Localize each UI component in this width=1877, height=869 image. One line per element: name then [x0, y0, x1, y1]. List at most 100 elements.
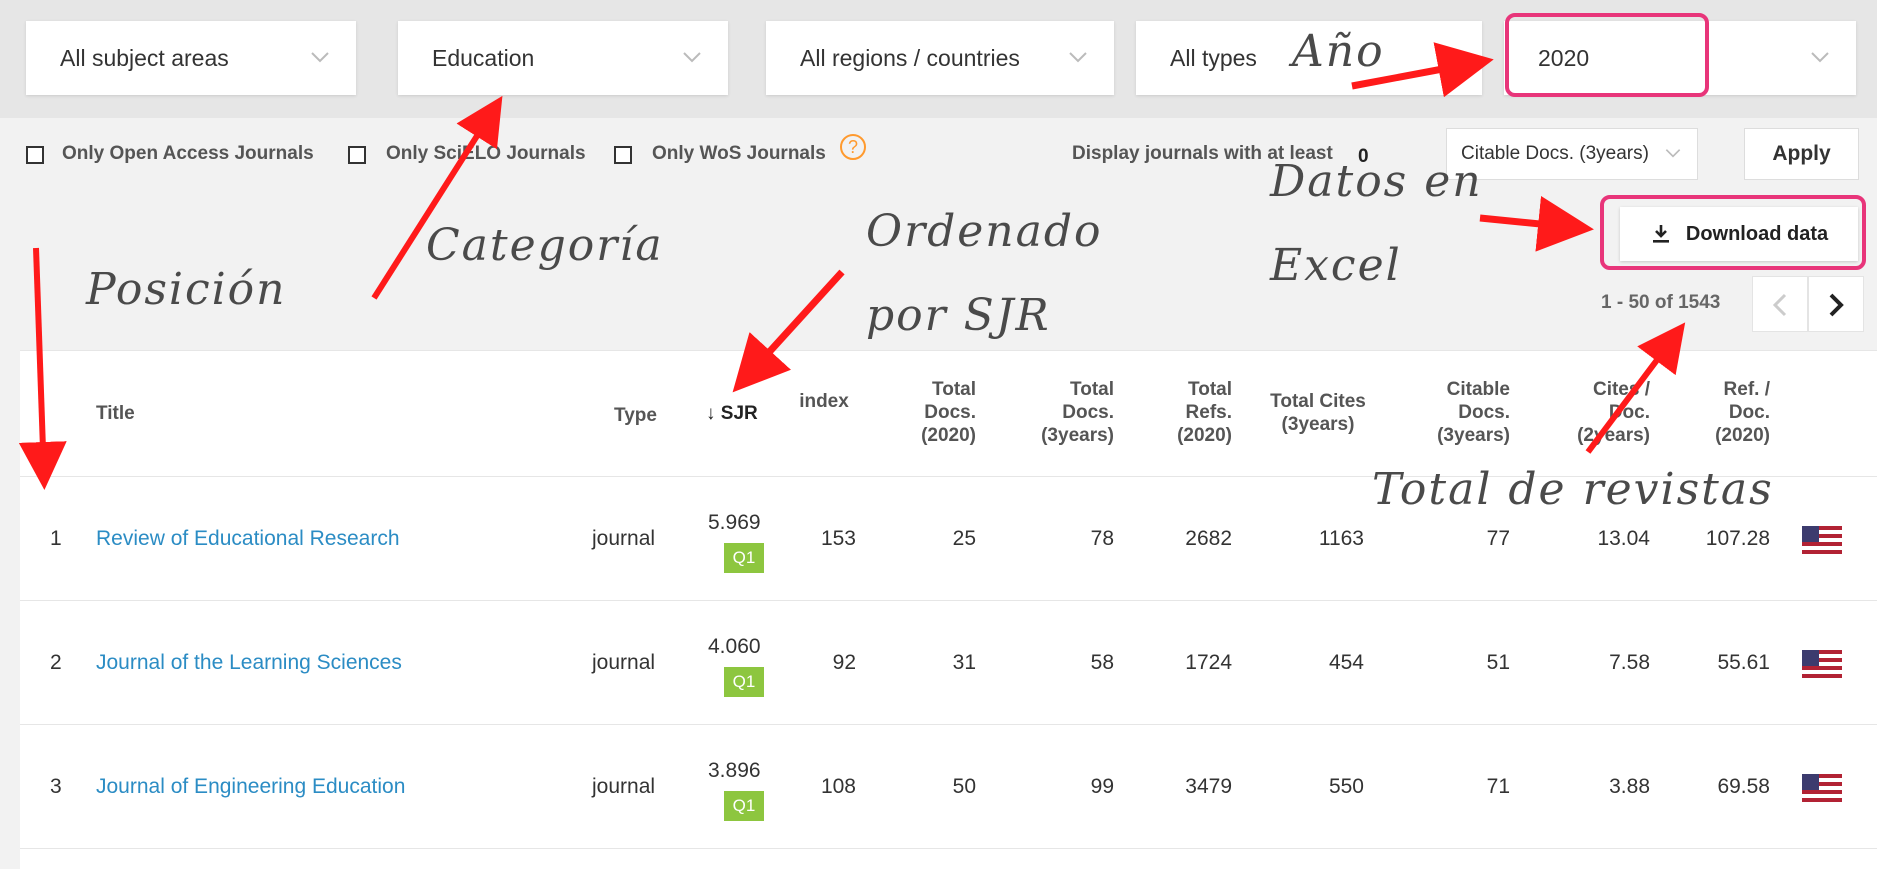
- wos-checkbox[interactable]: [614, 146, 632, 164]
- header-t3y-line3: (3years): [1041, 425, 1114, 446]
- subject-area-value: All subject areas: [60, 44, 229, 71]
- header-citable-docs[interactable]: Citable Docs. (3years): [1418, 378, 1510, 447]
- row-ref-per-doc: 69.58: [1717, 775, 1770, 798]
- region-value: All regions / countries: [800, 44, 1020, 71]
- row-type: journal: [592, 775, 656, 798]
- header-h-line2: index: [799, 391, 849, 412]
- header-tr-line1: Total: [1188, 379, 1232, 400]
- chevron-down-icon: [311, 52, 329, 63]
- row-citable-docs: 77: [1486, 527, 1510, 550]
- header-total-docs-3years[interactable]: Total Docs. (3years): [1026, 378, 1114, 447]
- annotation-sorted-line1: Ordenado: [866, 206, 1103, 257]
- annotation-sorted-line2: por SJR: [866, 290, 1051, 341]
- row-h-index: 153: [820, 527, 856, 550]
- us-flag-icon: [1802, 526, 1842, 554]
- journal-title-link[interactable]: Review of Educational Research: [96, 527, 400, 551]
- row-total-refs: 2682: [1185, 527, 1232, 550]
- header-t3y-line2: Docs.: [1062, 402, 1114, 423]
- row-ref-per-doc: 107.28: [1705, 527, 1770, 550]
- row-total-docs: 50: [952, 775, 976, 798]
- row-rank: 2: [50, 651, 62, 674]
- chevron-down-icon: [1069, 52, 1087, 63]
- header-total-cites[interactable]: Total Cites (3years): [1262, 390, 1374, 436]
- header-total-refs[interactable]: Total Refs. (2020): [1156, 378, 1232, 447]
- header-type[interactable]: Type: [614, 404, 657, 427]
- row-type: journal: [592, 651, 656, 674]
- us-flag-icon: [1802, 650, 1842, 678]
- header-cd-line1: Citable: [1446, 379, 1510, 400]
- header-cpd-line3: (2years): [1577, 425, 1650, 446]
- row-rank: 3: [50, 775, 62, 798]
- row-h-index: 92: [832, 651, 856, 674]
- header-t3y-line1: Total: [1070, 379, 1114, 400]
- row-total-docs-3y: 58: [1090, 651, 1114, 674]
- header-td-line1: Total: [932, 379, 976, 400]
- type-value: All types: [1170, 44, 1257, 71]
- chevron-down-icon: [1811, 52, 1829, 63]
- header-tr-line2: Refs.: [1185, 402, 1232, 423]
- header-cd-line2: Docs.: [1458, 402, 1510, 423]
- row-citable-docs: 51: [1486, 651, 1510, 674]
- header-cpd-line2: Doc.: [1608, 402, 1650, 423]
- open-access-label: Only Open Access Journals: [62, 143, 314, 164]
- row-sjr: 5.969: [708, 511, 761, 534]
- header-h-index[interactable]: index: [792, 390, 856, 413]
- row-total-cites: 550: [1328, 775, 1364, 798]
- citable-docs-select[interactable]: Citable Docs. (3years): [1446, 128, 1698, 180]
- header-cd-line3: (3years): [1437, 425, 1510, 446]
- table-row: [20, 848, 1877, 869]
- annotation-total-journals: Total de revistas: [1372, 464, 1774, 515]
- annotation-year: Año: [1292, 26, 1385, 77]
- row-total-docs: 31: [952, 651, 976, 674]
- journal-title-link[interactable]: Journal of the Learning Sciences: [96, 651, 402, 675]
- header-tc-line2: (3years): [1281, 414, 1355, 435]
- next-page-button[interactable]: [1808, 276, 1864, 332]
- row-cites-per-doc: 13.04: [1597, 527, 1650, 550]
- previous-page-button[interactable]: [1752, 276, 1808, 332]
- chevron-down-icon: [1665, 149, 1681, 158]
- header-td-line2: Docs.: [924, 402, 976, 423]
- header-sjr[interactable]: ↓ SJR: [706, 402, 758, 425]
- category-value: Education: [432, 44, 535, 71]
- scielo-label: Only SciELO Journals: [386, 143, 586, 164]
- arrow-download: [1479, 195, 1594, 252]
- help-icon[interactable]: ?: [840, 134, 866, 160]
- header-tc-line1: Total Cites: [1270, 391, 1366, 412]
- chevron-down-icon: [683, 52, 701, 63]
- header-td-line3: (2020): [921, 425, 976, 446]
- row-rank: 1: [50, 527, 62, 550]
- annotation-excel-line1: Datos en: [1270, 156, 1483, 207]
- annotation-excel-line2: Excel: [1270, 240, 1402, 291]
- apply-button[interactable]: Apply: [1744, 128, 1859, 180]
- pagination-range: 1 - 50 of 1543: [1601, 292, 1721, 313]
- row-total-docs-3y: 78: [1090, 527, 1114, 550]
- category-dropdown[interactable]: Education: [398, 21, 728, 95]
- subject-area-dropdown[interactable]: All subject areas: [26, 21, 356, 95]
- row-total-docs: 25: [952, 527, 976, 550]
- row-sjr: 3.896: [708, 759, 761, 782]
- quartile-badge: Q1: [724, 543, 764, 573]
- header-ref-per-doc[interactable]: Ref. / Doc. (2020): [1690, 378, 1770, 447]
- scielo-checkbox[interactable]: [348, 146, 366, 164]
- annotation-category: Categoría: [426, 220, 664, 271]
- open-access-checkbox[interactable]: [26, 146, 44, 164]
- header-rpd-line2: Doc.: [1728, 402, 1770, 423]
- row-total-docs-3y: 99: [1090, 775, 1114, 798]
- region-dropdown[interactable]: All regions / countries: [766, 21, 1114, 95]
- header-cites-per-doc[interactable]: Cites / Doc. (2years): [1558, 378, 1650, 447]
- citable-docs-value: Citable Docs. (3years): [1461, 143, 1649, 164]
- journal-title-link[interactable]: Journal of Engineering Education: [96, 775, 405, 799]
- row-sjr: 4.060: [708, 635, 761, 658]
- header-rpd-line1: Ref. /: [1723, 379, 1770, 400]
- header-tr-line3: (2020): [1177, 425, 1232, 446]
- chevron-right-icon: [1829, 293, 1844, 317]
- row-citable-docs: 71: [1486, 775, 1510, 798]
- row-total-cites: 1163: [1318, 527, 1364, 550]
- quartile-badge: Q1: [724, 667, 764, 697]
- quartile-badge: Q1: [724, 791, 764, 821]
- header-title[interactable]: Title: [96, 402, 135, 425]
- row-cites-per-doc: 7.58: [1609, 651, 1650, 674]
- row-total-refs: 1724: [1185, 651, 1232, 674]
- annotation-position: Posición: [86, 264, 287, 315]
- header-total-docs-2020[interactable]: Total Docs. (2020): [896, 378, 976, 447]
